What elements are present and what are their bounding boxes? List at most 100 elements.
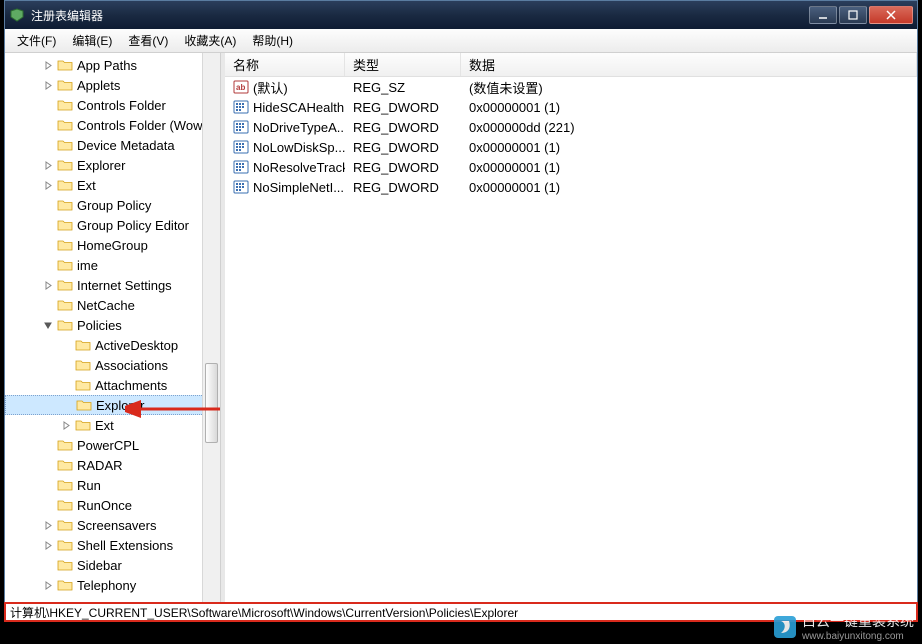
value-data-cell: (数值未设置) [461, 78, 917, 97]
value-data-cell: 0x00000001 (1) [461, 100, 917, 115]
expander-icon[interactable] [41, 498, 55, 512]
expander-icon[interactable] [41, 78, 55, 92]
expander-icon[interactable] [41, 438, 55, 452]
tree-item-runonce[interactable]: RunOnce [5, 495, 220, 515]
expander-icon[interactable] [59, 358, 73, 372]
value-name-cell: NoDriveTypeA... [225, 119, 345, 135]
folder-icon [75, 358, 91, 372]
expander-icon[interactable] [41, 118, 55, 132]
value-row[interactable]: NoResolveTrackREG_DWORD0x00000001 (1) [225, 157, 917, 177]
expander-icon[interactable] [41, 158, 55, 172]
folder-icon [57, 58, 73, 72]
tree-item-homegroup[interactable]: HomeGroup [5, 235, 220, 255]
folder-icon [57, 458, 73, 472]
tree-item-ime[interactable]: ime [5, 255, 220, 275]
expander-icon[interactable] [41, 258, 55, 272]
tree-item-label: Shell Extensions [77, 538, 173, 553]
tree-vertical-scrollbar[interactable] [202, 53, 220, 603]
folder-icon [57, 258, 73, 272]
tree-item-explorer[interactable]: Explorer [5, 155, 220, 175]
tree-item-controls-folder[interactable]: Controls Folder [5, 95, 220, 115]
value-row[interactable]: (默认)REG_SZ(数值未设置) [225, 77, 917, 97]
folder-icon [57, 238, 73, 252]
tree-item-label: NetCache [77, 298, 135, 313]
value-name: HideSCAHealth [253, 100, 344, 115]
tree-item-ext[interactable]: Ext [5, 415, 220, 435]
folder-icon [57, 498, 73, 512]
tree-item-screensavers[interactable]: Screensavers [5, 515, 220, 535]
expander-icon[interactable] [59, 338, 73, 352]
folder-icon [57, 538, 73, 552]
tree-item-policies[interactable]: Policies [5, 315, 220, 335]
expander-icon[interactable] [41, 238, 55, 252]
expander-icon[interactable] [41, 198, 55, 212]
values-list[interactable]: (默认)REG_SZ(数值未设置)HideSCAHealthREG_DWORD0… [225, 77, 917, 621]
expander-icon[interactable] [59, 378, 73, 392]
menu-edit[interactable]: 编辑(E) [64, 29, 120, 52]
expander-icon[interactable] [41, 58, 55, 72]
expander-icon[interactable] [41, 298, 55, 312]
dword-value-icon [233, 179, 249, 195]
scrollbar-thumb[interactable] [205, 363, 218, 443]
tree-item-controls-folder-wow64-[interactable]: Controls Folder (Wow64) [5, 115, 220, 135]
registry-tree[interactable]: App PathsAppletsControls FolderControls … [5, 53, 220, 597]
close-button[interactable] [869, 6, 913, 24]
tree-item-applets[interactable]: Applets [5, 75, 220, 95]
value-row[interactable]: NoLowDiskSp...REG_DWORD0x00000001 (1) [225, 137, 917, 157]
column-header-name[interactable]: 名称 [225, 53, 345, 76]
tree-item-radar[interactable]: RADAR [5, 455, 220, 475]
expander-icon[interactable] [41, 578, 55, 592]
expander-icon[interactable] [60, 398, 74, 412]
menu-favorites[interactable]: 收藏夹(A) [176, 29, 244, 52]
expander-icon[interactable] [41, 178, 55, 192]
tree-item-app-paths[interactable]: App Paths [5, 55, 220, 75]
expander-icon[interactable] [41, 458, 55, 472]
tree-item-telephony[interactable]: Telephony [5, 575, 220, 595]
value-name: (默认) [253, 78, 288, 97]
minimize-button[interactable] [809, 6, 837, 24]
folder-icon [57, 438, 73, 452]
tree-item-label: Explorer [96, 398, 144, 413]
value-row[interactable]: NoSimpleNetI...REG_DWORD0x00000001 (1) [225, 177, 917, 197]
tree-item-associations[interactable]: Associations [5, 355, 220, 375]
tree-item-label: Telephony [77, 578, 136, 593]
expander-icon[interactable] [41, 98, 55, 112]
expander-icon[interactable] [41, 538, 55, 552]
tree-item-label: RADAR [77, 458, 123, 473]
menu-file[interactable]: 文件(F) [9, 29, 64, 52]
expander-icon[interactable] [41, 318, 55, 332]
column-header-type[interactable]: 类型 [345, 53, 461, 76]
titlebar[interactable]: 注册表编辑器 [5, 1, 917, 29]
tree-item-label: Ext [95, 418, 114, 433]
tree-item-shell-extensions[interactable]: Shell Extensions [5, 535, 220, 555]
menu-help[interactable]: 帮助(H) [244, 29, 301, 52]
maximize-button[interactable] [839, 6, 867, 24]
tree-item-powercpl[interactable]: PowerCPL [5, 435, 220, 455]
value-row[interactable]: HideSCAHealthREG_DWORD0x00000001 (1) [225, 97, 917, 117]
column-header-data[interactable]: 数据 [461, 53, 917, 76]
folder-icon [57, 138, 73, 152]
tree-item-explorer[interactable]: Explorer [5, 395, 220, 415]
menu-view[interactable]: 查看(V) [120, 29, 176, 52]
tree-item-internet-settings[interactable]: Internet Settings [5, 275, 220, 295]
expander-icon[interactable] [41, 518, 55, 532]
value-row[interactable]: NoDriveTypeA...REG_DWORD0x000000dd (221) [225, 117, 917, 137]
tree-item-sidebar[interactable]: Sidebar [5, 555, 220, 575]
expander-icon[interactable] [41, 478, 55, 492]
tree-item-ext[interactable]: Ext [5, 175, 220, 195]
expander-icon[interactable] [41, 558, 55, 572]
tree-item-attachments[interactable]: Attachments [5, 375, 220, 395]
tree-item-activedesktop[interactable]: ActiveDesktop [5, 335, 220, 355]
expander-icon[interactable] [59, 418, 73, 432]
tree-item-run[interactable]: Run [5, 475, 220, 495]
tree-item-group-policy-editor[interactable]: Group Policy Editor [5, 215, 220, 235]
expander-icon[interactable] [41, 278, 55, 292]
watermark: 白云一键重装系统 www.baiyunxitong.com [774, 611, 914, 642]
value-type-cell: REG_DWORD [345, 120, 461, 135]
tree-item-group-policy[interactable]: Group Policy [5, 195, 220, 215]
tree-item-label: ActiveDesktop [95, 338, 178, 353]
tree-item-netcache[interactable]: NetCache [5, 295, 220, 315]
expander-icon[interactable] [41, 218, 55, 232]
tree-item-device-metadata[interactable]: Device Metadata [5, 135, 220, 155]
expander-icon[interactable] [41, 138, 55, 152]
